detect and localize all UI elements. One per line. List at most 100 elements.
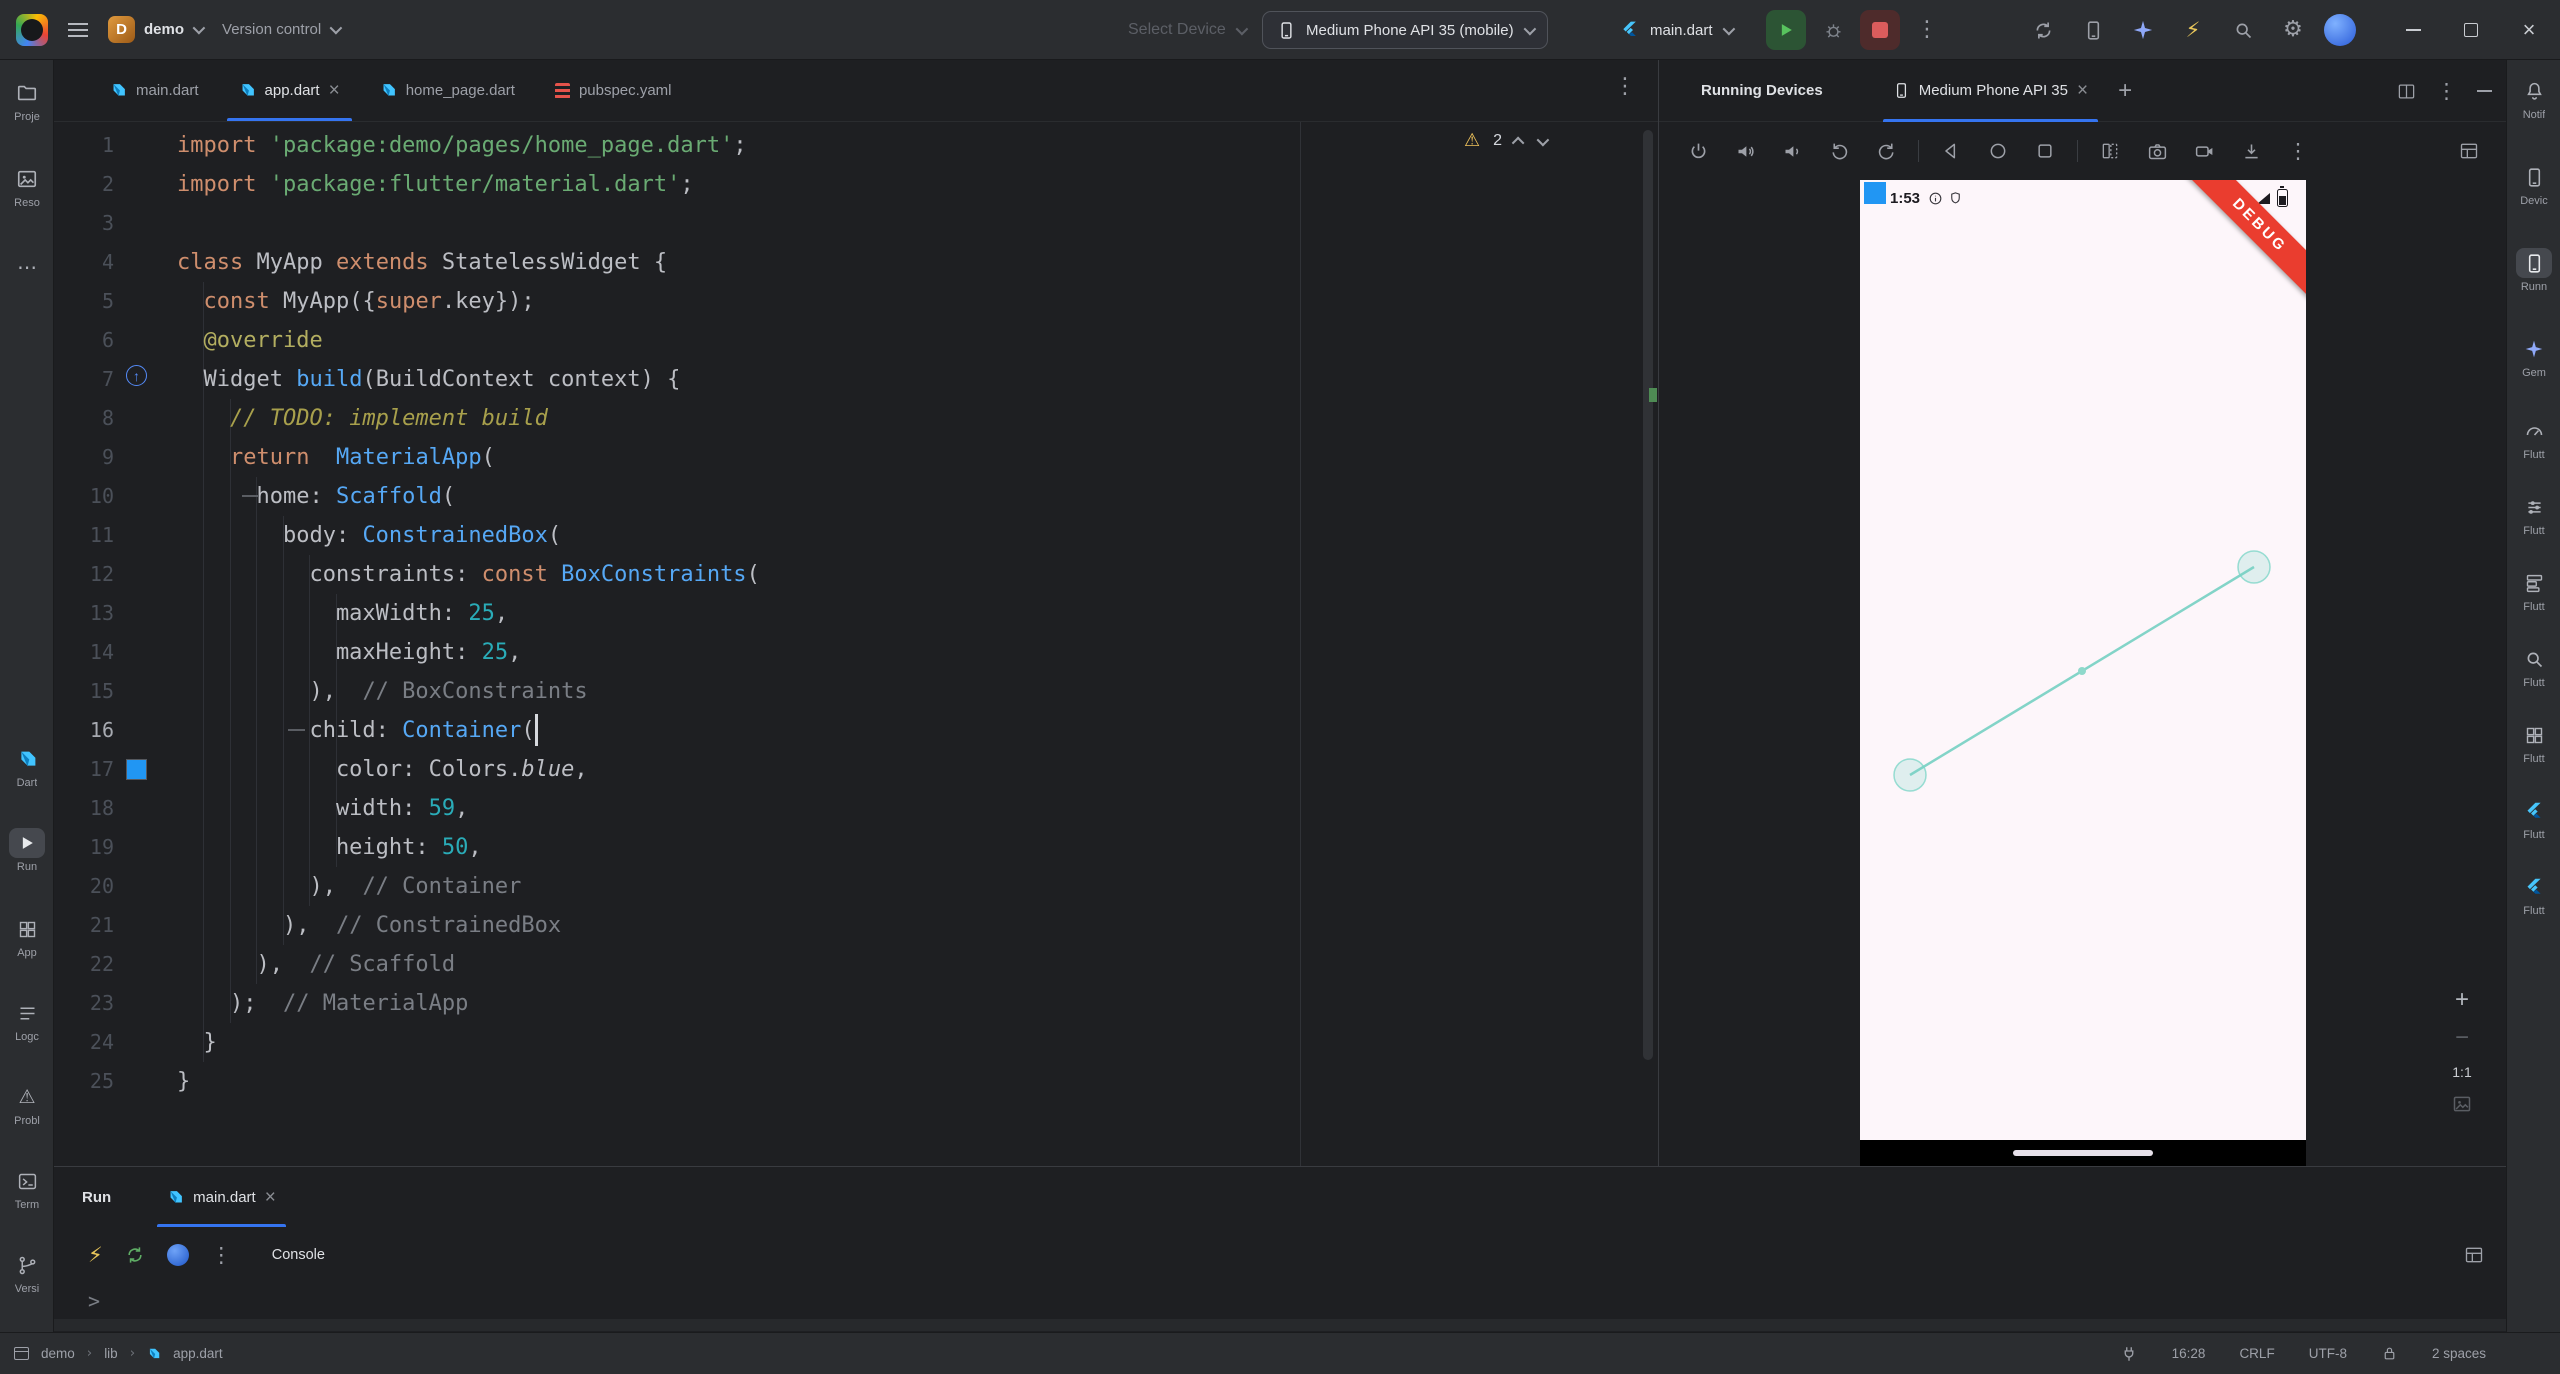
close-tab-icon[interactable]: × [2077, 81, 2088, 100]
sidebar-item-logcat[interactable]: Logc [0, 998, 54, 1043]
sidebar-item-flutter-settings[interactable]: Flutt [2507, 492, 2560, 537]
screenshot-button[interactable] [2142, 136, 2172, 166]
code-line[interactable]: ), // ConstrainedBox [177, 906, 760, 945]
chevron-up-icon[interactable] [1511, 136, 1525, 149]
device-manager-button[interactable] [2074, 11, 2112, 49]
code-line[interactable]: import 'package:demo/pages/home_page.dar… [177, 126, 760, 165]
line-separator-widget[interactable]: CRLF [2239, 1346, 2274, 1361]
code-line[interactable]: maxHeight: 25, [177, 633, 760, 672]
snapshot-button[interactable] [2236, 136, 2266, 166]
tab-medium-phone[interactable]: Medium Phone API 35 × [1877, 60, 2104, 122]
sidebar-item-flutter-outline[interactable]: Flutt [2507, 568, 2560, 613]
emulator[interactable]: 1:53 3G [1860, 180, 2306, 1166]
code-line[interactable]: child: Container( [177, 711, 760, 750]
zoom-ratio[interactable]: 1:1 [2452, 1064, 2471, 1080]
maximize-button[interactable] [2448, 0, 2494, 60]
display-mode-icon[interactable] [2454, 136, 2484, 166]
android-home-button[interactable] [1983, 136, 2013, 166]
code-line[interactable]: maxWidth: 25, [177, 594, 760, 633]
devtools-button[interactable] [166, 1244, 189, 1266]
code-line[interactable]: body: ConstrainedBox( [177, 516, 760, 555]
stop-button[interactable] [1860, 10, 1900, 50]
lock-icon[interactable] [2381, 1345, 2398, 1362]
sidebar-item-problems[interactable]: ⚠ Probl [0, 1082, 54, 1127]
tab-pubspec-yaml[interactable]: pubspec.yaml [535, 60, 692, 121]
run-configuration-selector[interactable]: main.dart [1620, 0, 1735, 60]
avatar[interactable] [2324, 14, 2356, 46]
sidebar-item-app-inspection[interactable]: App [0, 914, 54, 959]
encoding-widget[interactable]: UTF-8 [2309, 1346, 2347, 1361]
editor-scrollbar[interactable] [1643, 130, 1653, 1060]
code-line[interactable]: ); // MaterialApp [177, 984, 760, 1023]
sidebar-item-terminal[interactable]: Term [0, 1166, 54, 1211]
code-line[interactable]: constraints: const BoxConstraints( [177, 555, 759, 594]
screen-record-button[interactable] [2189, 136, 2219, 166]
breadcrumb-lib[interactable]: lib [104, 1346, 118, 1361]
code-line[interactable]: ), // BoxConstraints [177, 672, 760, 711]
project-widget[interactable]: D demo [108, 16, 206, 43]
code-line[interactable]: @override [177, 321, 760, 360]
sidebar-item-resource-manager[interactable]: Reso [0, 164, 54, 209]
device-selector[interactable]: Medium Phone API 35 (mobile) [1262, 11, 1548, 49]
code-editor[interactable]: 1 2 3 4 5 6 7 8 9 10 11 12 13 14 15 16 17 18 19 20 21 22 23 24 2… [54, 122, 1658, 1166]
emulator-screen[interactable]: 1:53 3G [1860, 180, 2306, 1140]
volume-up-button[interactable] [1730, 136, 1760, 166]
color-preview-swatch[interactable] [126, 759, 147, 780]
code-line[interactable]: // TODO: implement build [177, 399, 760, 438]
emulator-nav-bar[interactable] [1860, 1140, 2306, 1166]
gemini-button[interactable] [2124, 11, 2162, 49]
inspections-widget[interactable]: ⚠ 2 [1464, 132, 1550, 150]
code-line[interactable]: import 'package:flutter/material.dart'; [177, 165, 760, 204]
search-everywhere-button[interactable] [2224, 11, 2262, 49]
code-line[interactable]: height: 50, [177, 828, 760, 867]
add-device-tab-button[interactable]: + [2118, 77, 2132, 105]
main-menu-icon[interactable] [68, 22, 88, 37]
code-line[interactable]: return MaterialApp( [177, 438, 760, 477]
zoom-out-button[interactable]: − [2455, 1026, 2469, 1050]
tab-home-page-dart[interactable]: home_page.dart [360, 60, 535, 121]
vcs-widget[interactable]: Version control [222, 21, 343, 38]
hot-reload-button[interactable]: ⚡ [88, 1244, 103, 1266]
tab-run-main-dart[interactable]: main.dart × [151, 1167, 292, 1227]
code-line[interactable]: } [177, 1023, 760, 1062]
volume-down-button[interactable] [1777, 136, 1807, 166]
select-device-dropdown[interactable]: Select Device [1128, 0, 1249, 60]
close-tab-icon[interactable]: × [329, 81, 340, 100]
rotate-right-button[interactable] [1871, 136, 1901, 166]
more-actions-kebab[interactable]: ⋮ [1908, 11, 1946, 49]
code-line[interactable]: } [177, 1062, 760, 1101]
breadcrumb-file[interactable]: app.dart [173, 1346, 223, 1361]
gradle-sync-button[interactable] [2024, 11, 2062, 49]
split-panel-icon[interactable] [2397, 82, 2416, 101]
power-button[interactable] [1683, 136, 1713, 166]
indent-widget[interactable]: 2 spaces [2432, 1346, 2486, 1361]
sidebar-item-flutter-network[interactable]: Flutt [2507, 720, 2560, 765]
sidebar-item-flutter-2[interactable]: Flutt [2507, 872, 2560, 917]
sidebar-item-project[interactable]: Proje [0, 78, 54, 123]
hot-restart-button[interactable] [125, 1245, 145, 1265]
plug-icon[interactable] [2120, 1345, 2138, 1363]
close-button[interactable]: × [2506, 0, 2552, 60]
sidebar-item-running-devices[interactable]: Runn [2507, 248, 2560, 293]
close-tab-icon[interactable]: × [265, 1188, 276, 1207]
chevron-down-icon[interactable] [1536, 133, 1550, 146]
sidebar-item-flutter-inspector[interactable]: Flutt [2507, 644, 2560, 689]
layout-settings-icon[interactable] [2464, 1245, 2484, 1265]
code-area[interactable]: import 'package:demo/pages/home_page.dar… [177, 126, 760, 1101]
sidebar-item-flutter-1[interactable]: Flutt [2507, 796, 2560, 841]
android-back-button[interactable] [1936, 136, 1966, 166]
ai-spark-button[interactable]: ⚡ [2174, 11, 2212, 49]
minimize-button[interactable] [2390, 0, 2436, 60]
panel-options-kebab[interactable]: ⋮ [2436, 80, 2457, 102]
code-line[interactable]: ), // Container [177, 867, 760, 906]
code-line[interactable]: home: Scaffold( [177, 477, 760, 516]
code-line[interactable]: Widget build(BuildContext context) { [177, 360, 760, 399]
sidebar-item-run[interactable]: Run [0, 828, 54, 873]
tool-window-widget-icon[interactable] [14, 1347, 29, 1360]
console-options-kebab[interactable]: ⋮ [211, 1244, 232, 1266]
rotate-left-button[interactable] [1824, 136, 1854, 166]
settings-button[interactable]: ⚙ [2274, 11, 2312, 49]
code-line[interactable]: const MyApp({super.key}); [177, 282, 760, 321]
sidebar-item-notifications[interactable]: Notif [2507, 76, 2560, 121]
code-line[interactable]: class MyApp extends StatelessWidget { [177, 243, 760, 282]
